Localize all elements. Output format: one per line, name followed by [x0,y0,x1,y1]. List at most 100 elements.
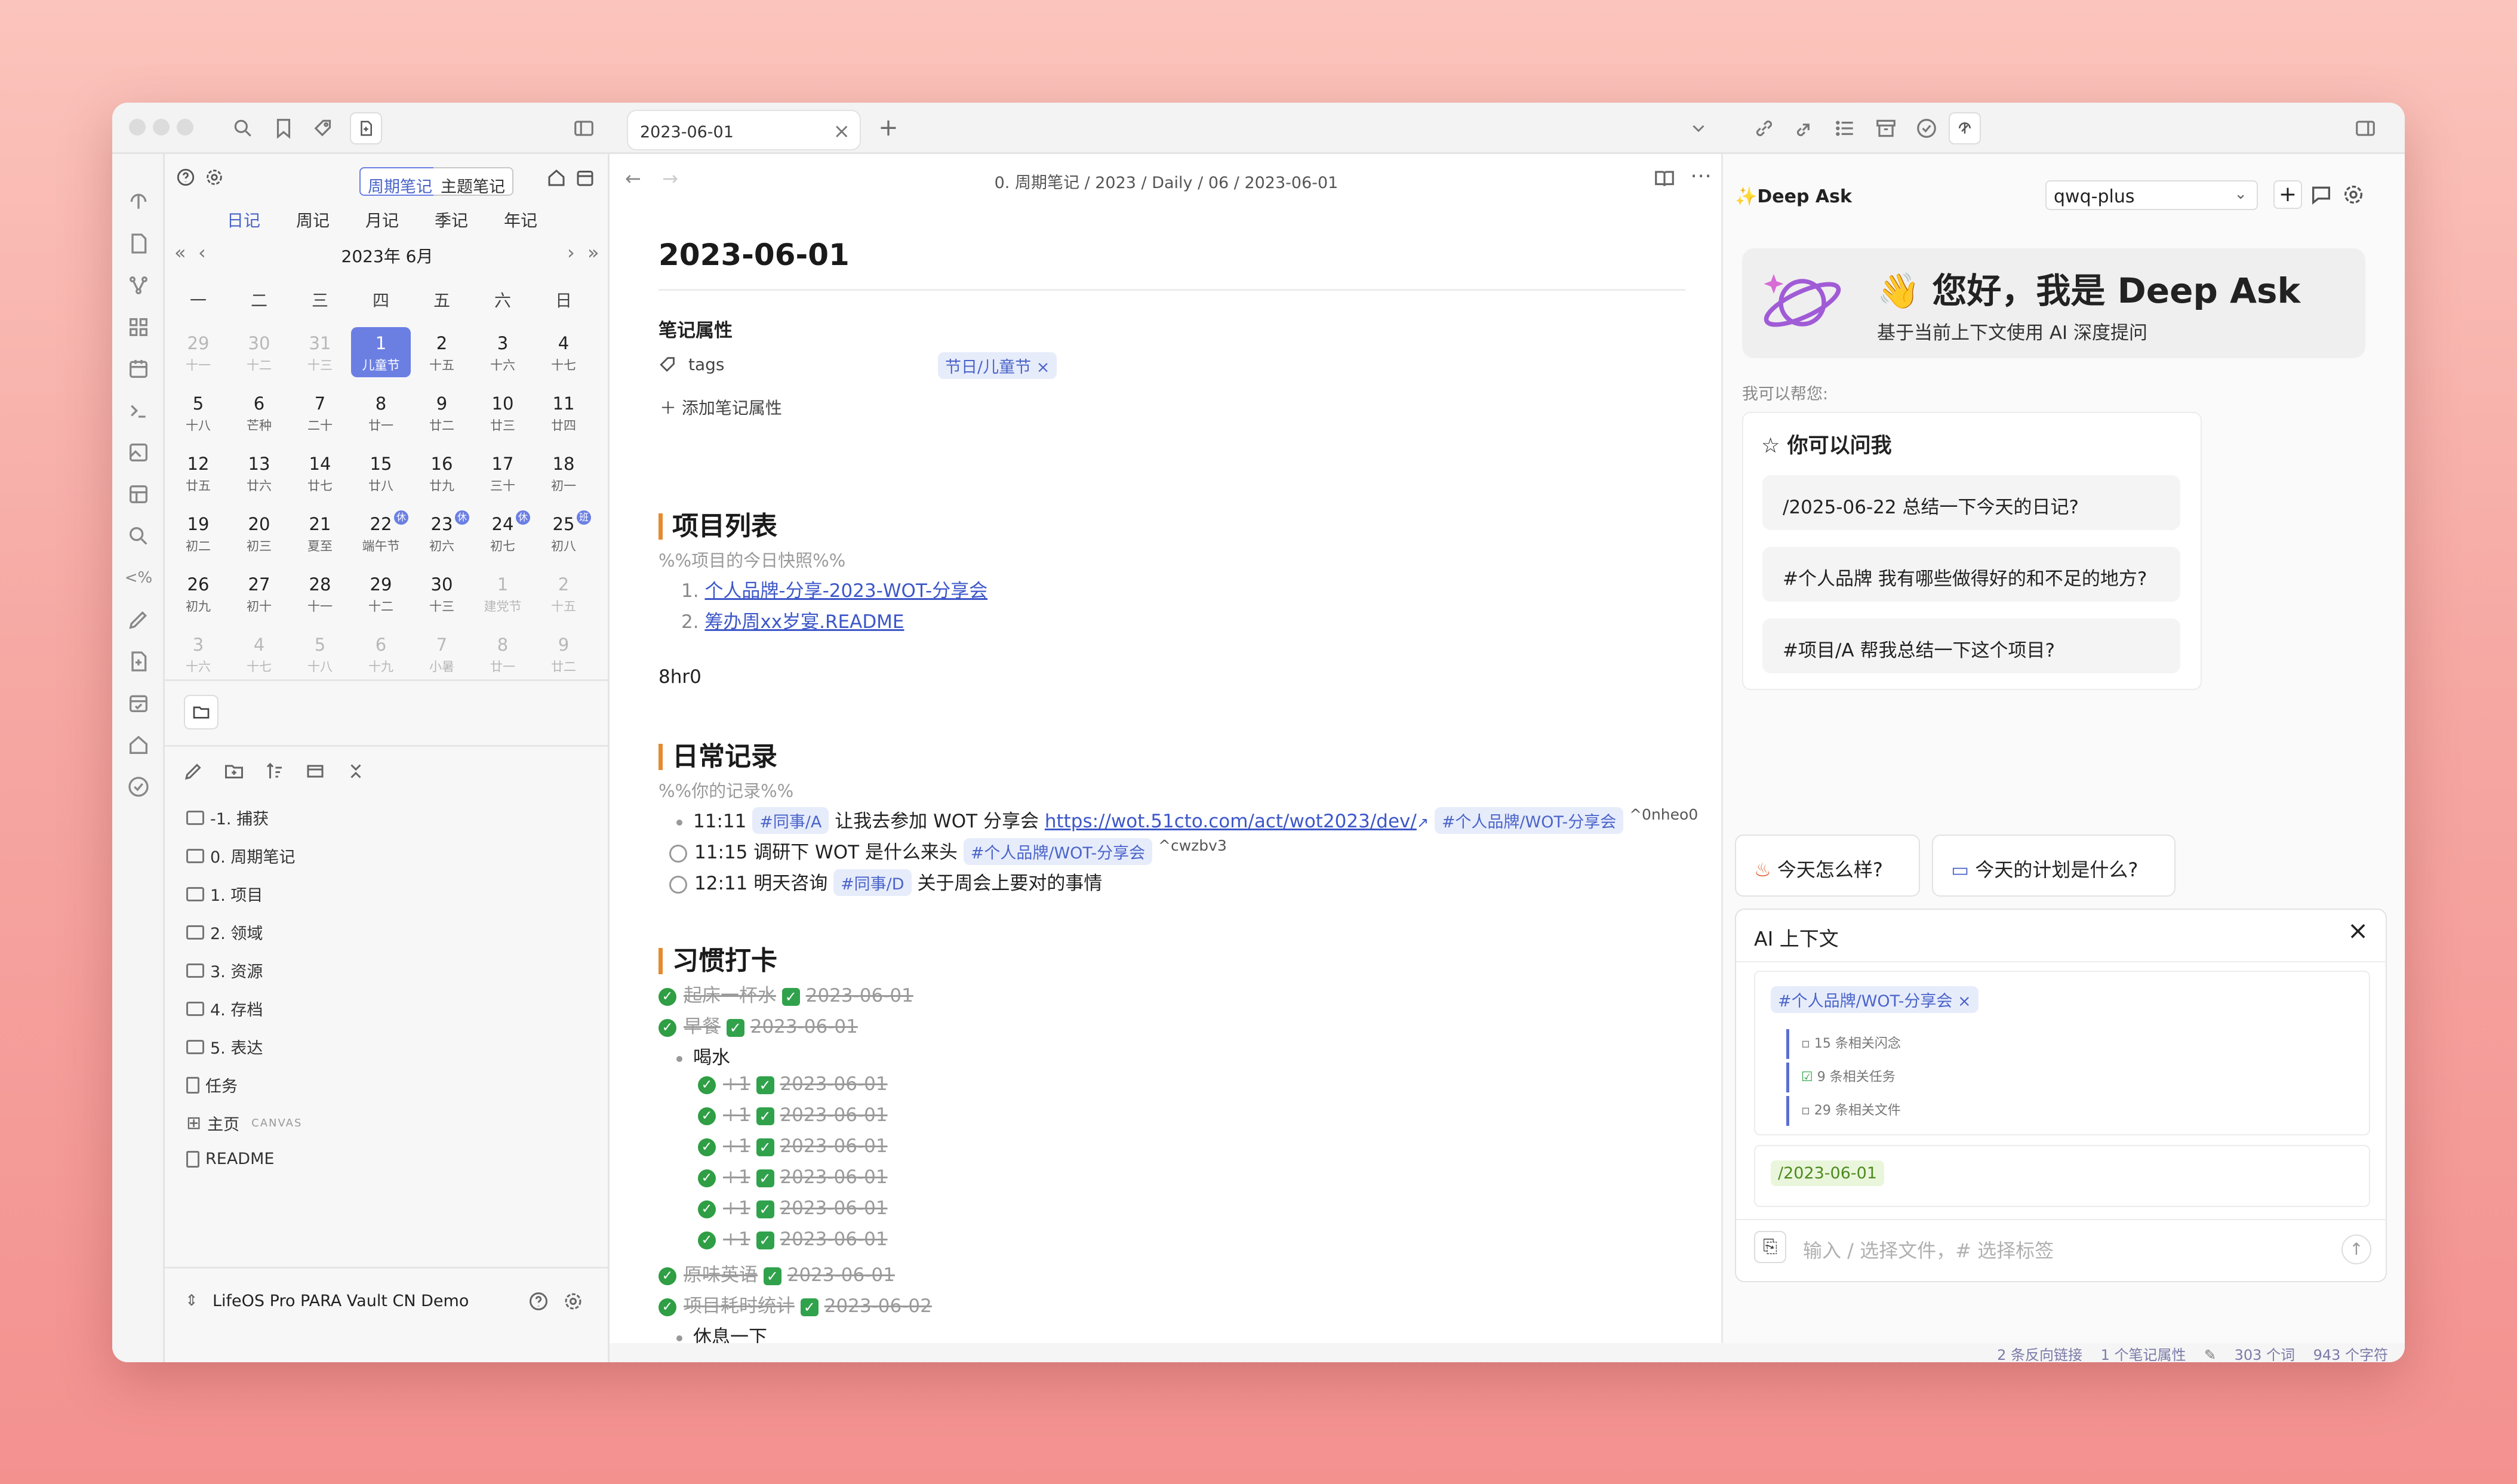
terminal-icon[interactable] [127,399,150,423]
calendar-day[interactable]: 8 廿一 [351,387,411,438]
home-icon[interactable] [127,733,150,757]
done-checkbox-icon[interactable]: ✓ [698,1231,716,1249]
search-icon[interactable] [232,117,254,140]
calendar-day[interactable]: 16 廿九 [412,448,472,498]
help-icon[interactable] [528,1291,549,1312]
crumb-item[interactable]: 0. 周期笔记 [995,174,1079,192]
calendar-day[interactable]: 30 十二 [229,327,289,377]
archive-icon[interactable] [1875,117,1897,140]
crumb-item[interactable]: 2023 [1095,174,1136,192]
attach-file-icon[interactable]: ⎘ [1754,1231,1786,1263]
file-tree-item[interactable]: 2. 领域 [186,920,263,944]
toggle-left-sidebar-icon[interactable] [572,117,596,140]
ai-icon[interactable] [127,190,150,214]
ctx-related-notes[interactable]: ▫ 15 条相关闪念 [1786,1029,1901,1059]
tab-quarterly[interactable]: 季记 [435,208,468,232]
tab-2023-06-01[interactable]: 2023-06-01 × [627,110,861,150]
project-link[interactable]: 个人品牌-分享-2023-WOT-分享会 [704,580,987,602]
calendar-day[interactable]: 12 廿五 [168,448,228,498]
calendar-day[interactable]: 4 十七 [534,327,593,377]
calendar-day[interactable]: 28 十一 [290,568,350,618]
calendar-day[interactable]: 22 休端午节 [351,508,411,558]
external-link[interactable]: https://wot.51cto.com/act/wot2023/dev/ [1045,811,1417,832]
inline-tag[interactable]: #同事/A [752,807,829,834]
settings-icon[interactable] [562,1291,584,1312]
calendar-day[interactable]: 6 十九 [351,629,411,679]
backlinks-count[interactable]: 2 条反向链接 [1997,1347,2082,1362]
tab-yearly[interactable]: 年记 [504,208,537,232]
calendar-day[interactable]: 20 初三 [229,508,289,558]
calendar-day[interactable]: 3 十六 [473,327,533,377]
suggestion-item[interactable]: #项目/A 帮我总结一下这个项目? [1762,618,2180,673]
vault-name[interactable]: LifeOS Pro PARA Vault CN Demo [213,1292,469,1310]
grid-icon[interactable] [127,315,150,339]
calendar-day[interactable]: 2 十五 [412,327,472,377]
calendar-day[interactable]: 19 初二 [168,508,228,558]
tab-weekly[interactable]: 周记 [296,208,330,232]
edit-mode-icon[interactable]: ✎ [2204,1347,2216,1362]
crumb-item[interactable]: 2023-06-01 [1244,174,1338,192]
file-tree-item[interactable]: -1. 捕获 [186,806,269,829]
seg-periodic-notes[interactable]: 周期笔记 [359,167,441,196]
chevron-down-icon[interactable] [1688,118,1709,138]
new-chat-button[interactable]: + [2273,180,2302,209]
calendar-day[interactable]: 1 建党节 [473,568,533,618]
new-note-icon[interactable] [350,112,382,144]
calendar-day[interactable]: 23 休初六 [412,508,472,558]
home-icon[interactable] [546,167,567,189]
ctx-date-chip[interactable]: /2023-06-01 [1771,1160,1885,1186]
quick-question-button[interactable]: ♨ 今天怎么样? [1735,835,1920,897]
pen-icon[interactable] [127,608,150,632]
suggestion-item[interactable]: #个人品牌 我有哪些做得好的和不足的地方? [1762,547,2180,602]
calendar-day[interactable]: 13 廿六 [229,448,289,498]
calendar-day[interactable]: 6 芒种 [229,387,289,438]
ctx-related-files[interactable]: ▫ 29 条相关文件 [1786,1096,1901,1126]
collapse-all-icon[interactable] [345,761,367,782]
chat-input[interactable]: 输入 / 选择文件，# 选择标签 [1803,1236,2281,1263]
property-key[interactable]: tags [688,355,725,374]
graph-icon[interactable] [127,273,150,297]
heading-projects[interactable]: 项目列表 [659,513,777,540]
suggestion-item[interactable]: /2025-06-22 总结一下今天的日记? [1762,475,2180,530]
inline-tag[interactable]: #个人品牌/WOT-分享会 [1434,807,1624,834]
inline-tag[interactable]: #个人品牌/WOT-分享会 [963,838,1153,865]
tab-close-icon[interactable]: × [833,119,851,143]
tab-daily[interactable]: 日记 [227,208,260,232]
calendar-day[interactable]: 5 十八 [290,629,350,679]
tasks-icon[interactable] [1915,117,1938,140]
calendar-day[interactable]: 31 十三 [290,327,350,377]
reading-view-icon[interactable] [1653,167,1676,190]
calendar-day[interactable]: 21 夏至 [290,508,350,558]
quick-question-button[interactable]: ▭ 今天的计划是什么? [1932,835,2176,897]
file-tree-item[interactable]: 5. 表达 [186,1035,263,1058]
settings-icon[interactable] [204,167,224,187]
folder-view-icon[interactable] [184,695,219,729]
calendar-day[interactable]: 8 廿一 [473,629,533,679]
project-link[interactable]: 筹办周xx岁宴.README [704,611,904,633]
calendar-day[interactable]: 7 二十 [290,387,350,438]
task-checkbox[interactable] [669,875,687,894]
ctx-close-icon[interactable]: × [2347,916,2368,945]
calendar-day[interactable]: 11 廿四 [534,387,593,438]
calendar-day[interactable]: 10 廿三 [473,387,533,438]
tags-icon[interactable] [313,117,336,140]
vault-switcher-icon[interactable]: ⇕ [185,1292,198,1310]
toggle-right-sidebar-icon[interactable] [2353,117,2377,140]
done-checkbox-icon[interactable]: ✓ [698,1169,716,1187]
tag-remove-icon[interactable]: × [1036,358,1050,377]
help-icon[interactable] [176,167,196,187]
done-checkbox-icon[interactable]: ✓ [698,1076,716,1094]
inline-tag[interactable]: #同事/D [833,869,912,896]
calendar-day[interactable]: 17 三十 [473,448,533,498]
tab-monthly[interactable]: 月记 [365,208,399,232]
file-tree-item[interactable]: 任务 [186,1073,238,1097]
calendar-check-icon[interactable] [127,691,150,715]
new-note-icon[interactable] [183,761,204,782]
heading-daily-log[interactable]: 日常记录 [659,744,777,770]
file-icon[interactable] [127,232,150,255]
chat-history-icon[interactable] [2309,183,2333,207]
add-property-button[interactable]: ＋ 添加笔记属性 [660,395,782,419]
calendar-day[interactable]: 7 小暑 [412,629,472,679]
file-tree-item[interactable]: 1. 项目 [186,882,263,906]
done-checkbox-icon[interactable]: ✓ [659,987,676,1006]
